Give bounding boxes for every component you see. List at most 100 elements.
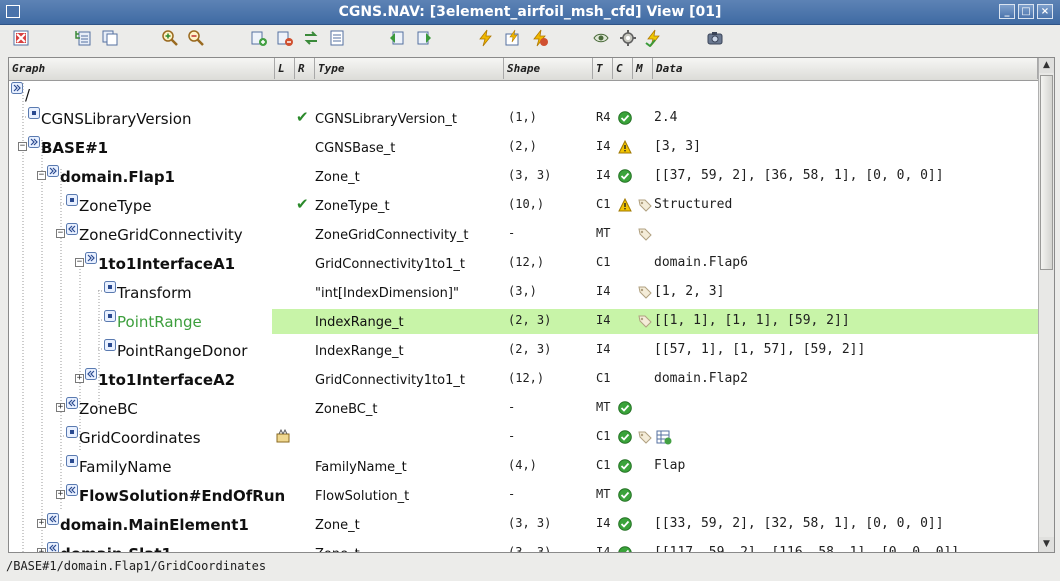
expand-node-icon[interactable]: + — [37, 548, 46, 552]
user-tag-icon[interactable] — [637, 313, 653, 329]
clear-check-icon[interactable] — [531, 29, 549, 47]
node-data[interactable]: [[1, 1], [1, 1], [59, 2]] — [654, 313, 850, 328]
expand-node-icon[interactable] — [11, 82, 23, 94]
node-name[interactable]: BASE#1 — [41, 139, 108, 157]
collapse-node-icon[interactable]: − — [56, 229, 65, 238]
node-data[interactable]: Structured — [654, 197, 732, 212]
node-name[interactable]: CGNSLibraryVersion — [41, 110, 191, 128]
unmark-icon[interactable] — [276, 29, 294, 47]
tree-row[interactable]: GridCoordinates - C1 — [9, 423, 1038, 452]
expand-node-icon[interactable]: + — [56, 403, 65, 412]
node-name[interactable]: FamilyName — [79, 458, 172, 476]
column-l[interactable]: L — [275, 58, 295, 79]
snapshot-icon[interactable] — [706, 29, 724, 47]
tree-row[interactable]: − BASE#1 CGNSBase_t (2,) I4 [3, 3] — [9, 133, 1038, 162]
node-data[interactable]: Flap — [654, 458, 685, 473]
node-data[interactable]: domain.Flap6 — [654, 255, 748, 270]
tree-row[interactable]: + ZoneBC ZoneBC_t - MT — [9, 394, 1038, 423]
node-data[interactable]: 2.4 — [654, 110, 677, 125]
tree-row[interactable]: + domain.Slat1 Zone_t (3, 3) I4 [[117, 59, 2]… — [9, 539, 1038, 552]
tree-row[interactable]: ZoneType ✔ ZoneType_t (10,) C1 Structured — [9, 191, 1038, 220]
tools-icon[interactable] — [619, 29, 637, 47]
column-graph[interactable]: Graph — [9, 58, 275, 79]
vertical-scrollbar[interactable]: ▲ ▼ — [1038, 58, 1054, 552]
tree-row[interactable]: + FlowSolution#EndOfRun FlowSolution_t - MT — [9, 481, 1038, 510]
tree-row[interactable]: CGNSLibraryVersion ✔ CGNSLibraryVersion_t (… — [9, 104, 1038, 133]
node-name[interactable]: ZoneType — [79, 197, 152, 215]
user-tag-icon[interactable] — [637, 226, 653, 242]
user-tag-icon[interactable] — [637, 284, 653, 300]
node-name[interactable]: ZoneBC — [79, 400, 138, 418]
node-name[interactable]: ZoneGridConnectivity — [79, 226, 243, 244]
tree-root[interactable]: / — [9, 80, 1038, 104]
collapse-node-icon[interactable]: − — [18, 142, 27, 151]
node-data[interactable]: domain.Flap2 — [654, 371, 748, 386]
node-name[interactable]: PointRangeDonor — [117, 342, 247, 360]
close-icon[interactable]: × — [1037, 4, 1053, 19]
maximize-icon[interactable]: □ — [1018, 4, 1034, 19]
user-tag-icon[interactable] — [637, 197, 653, 213]
scroll-down-icon[interactable]: ▼ — [1039, 537, 1054, 552]
column-data[interactable]: Data — [653, 58, 1038, 79]
link-icon[interactable] — [276, 429, 290, 443]
node-name[interactable]: 1to1InterfaceA2 — [98, 371, 235, 389]
node-data[interactable]: [[37, 59, 2], [36, 58, 1], [0, 0, 0]] — [654, 168, 944, 183]
previous-mark-icon[interactable] — [388, 29, 406, 47]
tree-row[interactable]: PointRange IndexRange_t (2, 3) I4 [[1, 1], [… — [9, 307, 1038, 336]
column-shape[interactable]: Shape — [504, 58, 593, 79]
scroll-thumb[interactable] — [1040, 75, 1053, 270]
marked-list-icon[interactable] — [328, 29, 346, 47]
expand-all-icon[interactable] — [74, 29, 92, 47]
link-view-icon[interactable] — [592, 29, 610, 47]
swap-marks-icon[interactable] — [302, 29, 320, 47]
mark-icon[interactable] — [250, 29, 268, 47]
node-name[interactable]: domain.Slat1 — [60, 545, 172, 552]
node-name[interactable]: domain.Flap1 — [60, 168, 175, 186]
node-datatype: C1 — [596, 255, 611, 269]
tree-row[interactable]: − 1to1InterfaceA1 GridConnectivity1to1_t (1… — [9, 249, 1038, 278]
check-selected-icon[interactable] — [504, 29, 522, 47]
expand-node-icon[interactable]: + — [37, 519, 46, 528]
user-tag-icon[interactable] — [637, 429, 653, 445]
node-name[interactable]: Transform — [117, 284, 192, 302]
collapse-node-icon[interactable]: − — [75, 258, 84, 267]
node-data[interactable]: [[33, 59, 2], [32, 58, 1], [0, 0, 0]] — [654, 516, 944, 531]
column-c[interactable]: C — [613, 58, 633, 79]
node-datatype: I4 — [596, 342, 611, 356]
tree-row[interactable]: − ZoneGridConnectivity ZoneGridConnectivit… — [9, 220, 1038, 249]
node-name[interactable]: PointRange — [117, 313, 202, 331]
collapse-node-icon[interactable]: − — [37, 171, 46, 180]
expand-node-icon[interactable]: + — [75, 374, 84, 383]
zoom-out-icon[interactable] — [187, 29, 205, 47]
node-data[interactable]: [3, 3] — [654, 139, 701, 154]
column-r[interactable]: R — [295, 58, 315, 79]
expand-node-icon[interactable]: + — [56, 490, 65, 499]
node-name[interactable]: GridCoordinates — [79, 429, 201, 447]
column-t[interactable]: T — [593, 58, 613, 79]
check-icon[interactable] — [477, 29, 495, 47]
tree-row[interactable]: +1to1InterfaceA2 GridConnectivity1to1_t (1… — [9, 365, 1038, 394]
diagnosis-icon[interactable] — [645, 29, 663, 47]
tree-row[interactable]: FamilyName FamilyName_t (4,) C1 Flap — [9, 452, 1038, 481]
copy-view-icon[interactable] — [101, 29, 119, 47]
minimize-icon[interactable]: _ — [999, 4, 1015, 19]
column-type[interactable]: Type — [315, 58, 504, 79]
next-mark-icon[interactable] — [415, 29, 433, 47]
node-name[interactable]: domain.MainElement1 — [60, 516, 249, 534]
tree-row[interactable]: − domain.Flap1 Zone_t (3, 3) I4 [[37, 59, 2],… — [9, 162, 1038, 191]
node-name[interactable]: FlowSolution#EndOfRun — [79, 487, 285, 505]
zoom-in-icon[interactable] — [161, 29, 179, 47]
tree-row[interactable]: PointRangeDonor IndexRange_t (2, 3) I4 [[57,… — [9, 336, 1038, 365]
tree-view[interactable]: Graph L R Type Shape T C M Data ▲ ▼ / CG… — [8, 57, 1055, 553]
column-m[interactable]: M — [633, 58, 653, 79]
scroll-up-icon[interactable]: ▲ — [1039, 58, 1054, 73]
node-data[interactable]: [1, 2, 3] — [654, 284, 724, 299]
data-table-icon[interactable] — [656, 429, 672, 445]
node-name[interactable]: 1to1InterfaceA1 — [98, 255, 235, 273]
close-view-icon[interactable] — [12, 29, 30, 47]
node-data[interactable]: [[57, 1], [1, 57], [59, 2]] — [654, 342, 865, 357]
node-shape: - — [508, 226, 516, 240]
node-data[interactable]: [[117, 59, 2], [116, 58, 1], [0, 0, 0]] — [654, 545, 959, 552]
tree-row[interactable]: + domain.MainElement1 Zone_t (3, 3) I4 [[33, … — [9, 510, 1038, 539]
tree-row[interactable]: Transform "int[IndexDimension]" (3,) I4 [1, … — [9, 278, 1038, 307]
